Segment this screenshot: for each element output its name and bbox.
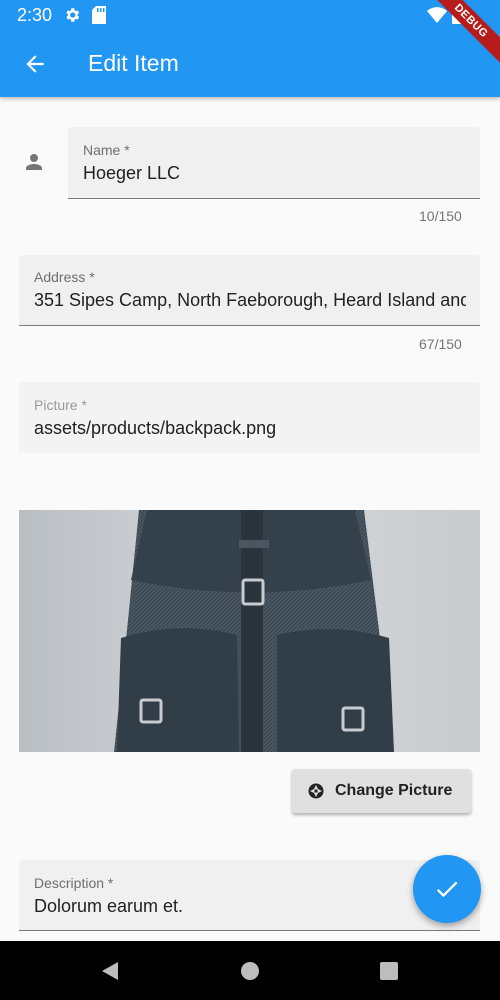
save-fab[interactable] [413, 855, 481, 923]
address-input[interactable]: 351 Sipes Camp, North Faeborough, Heard … [34, 290, 466, 311]
description-label: Description * [34, 875, 114, 891]
picture-label: Picture * [34, 397, 87, 413]
settings-icon [63, 6, 81, 29]
address-counter: 67/150 [419, 336, 462, 352]
page-title: Edit Item [88, 50, 179, 76]
name-label: Name * [83, 142, 130, 158]
address-label: Address * [34, 269, 95, 285]
system-nav-bar [0, 941, 500, 1000]
status-time: 2:30 [17, 5, 53, 25]
name-input[interactable]: Hoeger LLC [83, 163, 463, 184]
address-underline [19, 325, 480, 326]
change-picture-label: Change Picture [335, 782, 453, 799]
picture-input[interactable]: assets/products/backpack.png [34, 418, 466, 439]
nav-back-icon[interactable] [100, 961, 120, 986]
change-picture-button[interactable]: Change Picture [292, 769, 471, 813]
status-bar: 2:30 [0, 0, 500, 30]
app-header: 2:30 Edit Item DEBUG [0, 0, 500, 97]
description-input[interactable]: Dolorum earum et. [34, 896, 414, 917]
picture-field[interactable]: Picture * assets/products/backpack.png [19, 382, 480, 453]
description-field[interactable]: Description * Dolorum earum et. [19, 860, 480, 931]
sd-card-icon [92, 6, 106, 29]
person-icon [22, 150, 46, 174]
description-underline [19, 930, 480, 931]
nav-home-icon[interactable] [240, 961, 260, 986]
wifi-icon [427, 6, 447, 29]
name-underline [68, 198, 480, 199]
address-field[interactable]: Address * 351 Sipes Camp, North Faeborou… [19, 255, 480, 326]
name-field[interactable]: Name * Hoeger LLC [68, 127, 480, 199]
nav-recents-icon[interactable] [379, 961, 399, 986]
back-arrow-icon[interactable] [22, 51, 48, 77]
product-image [19, 510, 480, 752]
name-counter: 10/150 [419, 208, 462, 224]
